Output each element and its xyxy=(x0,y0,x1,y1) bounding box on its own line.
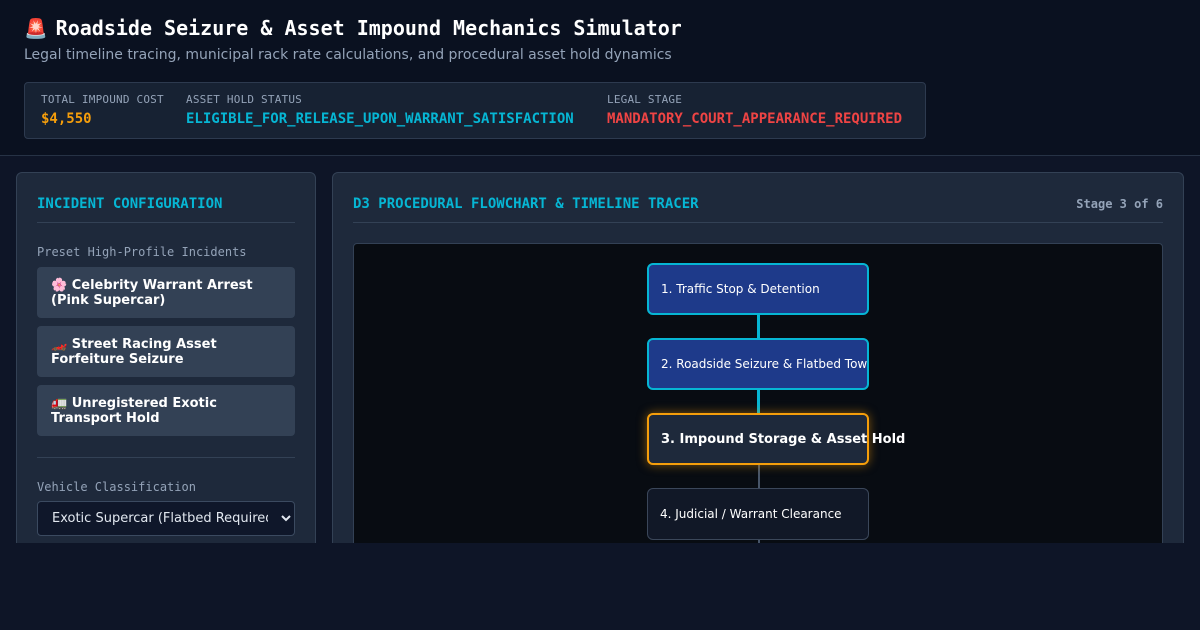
preset-label: Celebrity Warrant Arrest (Pink Supercar) xyxy=(51,277,253,308)
flow-node-judicial-clearance[interactable]: 4. Judicial / Warrant Clearance xyxy=(647,488,869,540)
vehicle-classification-label: Vehicle Classification xyxy=(37,480,196,494)
panel-divider xyxy=(37,222,295,223)
flow-node-traffic-stop[interactable]: 1. Traffic Stop & Detention xyxy=(647,263,869,315)
cherry-blossom-icon: 🌸 xyxy=(51,277,68,293)
legal-stage-value: MANDATORY_COURT_APPEARANCE_REQUIRED xyxy=(607,111,903,127)
flow-node-impound-storage[interactable]: 3. Impound Storage & Asset Hold xyxy=(647,413,905,465)
siren-icon: 🚨 xyxy=(24,17,48,40)
app-subtitle: Legal timeline tracing, municipal rack r… xyxy=(24,47,672,63)
legal-stage-label: LEGAL STAGE xyxy=(607,93,683,106)
flowchart-canvas: 1. Traffic Stop & Detention 2. Roadside … xyxy=(353,243,1163,543)
main-content: INCIDENT CONFIGURATION Preset High-Profi… xyxy=(0,157,1200,543)
flow-node-label: 3. Impound Storage & Asset Hold xyxy=(661,431,906,447)
asset-hold-status: ASSET HOLD STATUS ELIGIBLE_FOR_RELEASE_U… xyxy=(186,93,574,127)
incident-configuration-panel: INCIDENT CONFIGURATION Preset High-Profi… xyxy=(16,172,316,543)
flow-connector xyxy=(757,314,760,339)
flow-node-label: 4. Judicial / Warrant Clearance xyxy=(660,507,842,521)
app-title-text: Roadside Seizure & Asset Impound Mechani… xyxy=(55,16,682,40)
panel-divider xyxy=(353,222,1163,223)
flow-connector xyxy=(758,464,760,489)
preset-celebrity-warrant-button[interactable]: 🌸 Celebrity Warrant Arrest (Pink Superca… xyxy=(37,267,295,318)
preset-label: Street Racing Asset Forfeiture Seizure xyxy=(51,336,217,367)
flowchart-panel: D3 PROCEDURAL FLOWCHART & TIMELINE TRACE… xyxy=(332,172,1184,543)
preset-street-racing-button[interactable]: 🏎️ Street Racing Asset Forfeiture Seizur… xyxy=(37,326,295,377)
vehicle-classification-select[interactable]: Exotic Supercar (Flatbed Required) xyxy=(37,501,295,536)
race-car-icon: 🏎️ xyxy=(51,336,68,352)
total-impound-cost-label: TOTAL IMPOUND COST xyxy=(41,93,164,106)
legal-stage: LEGAL STAGE MANDATORY_COURT_APPEARANCE_R… xyxy=(607,93,902,127)
asset-hold-status-value: ELIGIBLE_FOR_RELEASE_UPON_WARRANT_SATISF… xyxy=(186,111,574,127)
app-title: 🚨 Roadside Seizure & Asset Impound Mecha… xyxy=(24,16,682,40)
stage-indicator: Stage 3 of 6 xyxy=(1076,197,1163,211)
incident-configuration-title: INCIDENT CONFIGURATION xyxy=(37,196,223,212)
truck-icon: 🚛 xyxy=(51,395,68,411)
preset-label: Unregistered Exotic Transport Hold xyxy=(51,395,217,426)
preset-exotic-transport-button[interactable]: 🚛 Unregistered Exotic Transport Hold xyxy=(37,385,295,436)
total-impound-cost-value: $4,550 xyxy=(41,111,92,127)
flow-node-label: 1. Traffic Stop & Detention xyxy=(661,282,820,296)
flow-node-label: 2. Roadside Seizure & Flatbed Tow xyxy=(661,357,868,371)
flow-node-roadside-seizure[interactable]: 2. Roadside Seizure & Flatbed Tow xyxy=(647,338,869,390)
app-header: 🚨 Roadside Seizure & Asset Impound Mecha… xyxy=(0,0,1200,156)
preset-incidents-label: Preset High-Profile Incidents xyxy=(37,245,247,259)
flowchart-title: D3 PROCEDURAL FLOWCHART & TIMELINE TRACE… xyxy=(353,196,699,212)
total-impound-cost: TOTAL IMPOUND COST $4,550 xyxy=(41,93,164,127)
section-divider xyxy=(37,457,295,458)
status-summary-bar: TOTAL IMPOUND COST $4,550 ASSET HOLD STA… xyxy=(24,82,926,139)
asset-hold-status-label: ASSET HOLD STATUS xyxy=(186,93,302,106)
flow-connector xyxy=(757,389,760,414)
